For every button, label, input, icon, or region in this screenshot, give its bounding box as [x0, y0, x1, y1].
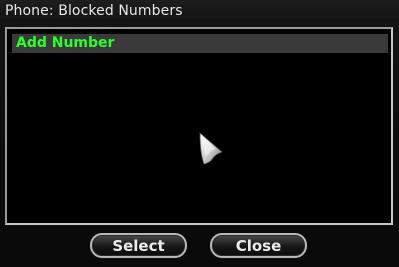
title-bar: Phone: Blocked Numbers [0, 0, 399, 22]
select-button[interactable]: Select [90, 233, 187, 258]
mouse-pointer-icon [199, 132, 223, 165]
list-item-label: Add Number [16, 35, 115, 51]
blocked-numbers-list[interactable]: Add Number [5, 27, 393, 225]
window-title: Phone: Blocked Numbers [5, 3, 183, 19]
close-button[interactable]: Close [210, 233, 307, 258]
phone-blocked-numbers-window: Phone: Blocked Numbers Add Number Select… [0, 0, 399, 267]
list-item-add-number[interactable]: Add Number [12, 34, 388, 53]
